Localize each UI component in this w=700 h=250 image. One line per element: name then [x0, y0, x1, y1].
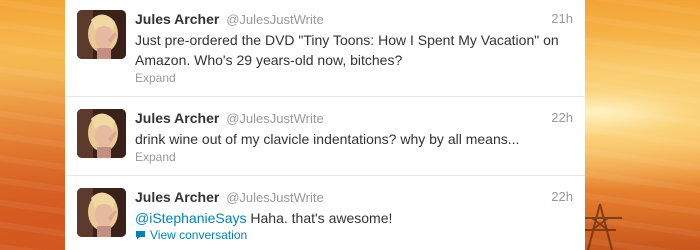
- expand-link[interactable]: Expand: [135, 71, 176, 85]
- tweet-text: Just pre-ordered the DVD "Tiny Toons: Ho…: [135, 32, 559, 68]
- expand-link[interactable]: Expand: [135, 150, 176, 164]
- speech-bubble-icon: [136, 231, 145, 240]
- tweet-timestamp[interactable]: 22h: [551, 188, 573, 206]
- tweet-text: @iStephanieSays Haha. that's awesome!: [135, 208, 575, 228]
- author-username[interactable]: @JulesJustWrite: [226, 190, 323, 205]
- author-username[interactable]: @JulesJustWrite: [226, 111, 323, 126]
- tweet-item[interactable]: Jules Archer @JulesJustWrite 22h @iSteph…: [65, 176, 585, 250]
- profile-photo-icon: [77, 188, 126, 237]
- tweet-timestamp[interactable]: 22h: [551, 109, 573, 127]
- view-conversation-link[interactable]: View conversation: [135, 228, 247, 242]
- author-username[interactable]: @JulesJustWrite: [226, 12, 323, 27]
- author-fullname[interactable]: Jules Archer: [135, 11, 219, 27]
- avatar[interactable]: [77, 10, 126, 59]
- tweet-text-body: Haha. that's awesome!: [246, 210, 393, 226]
- author-fullname[interactable]: Jules Archer: [135, 110, 219, 126]
- tweet-text: drink wine out of my clavicle indentatio…: [135, 131, 520, 147]
- tweet-item[interactable]: Jules Archer @JulesJustWrite 22h drink w…: [65, 97, 585, 176]
- view-conversation-label[interactable]: View conversation: [150, 228, 247, 242]
- mention-link[interactable]: @iStephanieSays: [135, 210, 247, 226]
- tweet-timestamp[interactable]: 21h: [551, 10, 573, 28]
- avatar[interactable]: [77, 188, 126, 237]
- tweet-header: Jules Archer @JulesJustWrite 21h: [135, 10, 573, 28]
- tweet-header: Jules Archer @JulesJustWrite 22h: [135, 188, 573, 206]
- tweet-item[interactable]: Jules Archer @JulesJustWrite 21h Just pr…: [65, 0, 585, 97]
- avatar[interactable]: [77, 109, 126, 158]
- profile-photo-icon: [77, 109, 126, 158]
- tweet-stream: Jules Archer @JulesJustWrite 21h Just pr…: [65, 0, 585, 250]
- tweet-header: Jules Archer @JulesJustWrite 22h: [135, 109, 573, 127]
- profile-photo-icon: [77, 10, 126, 59]
- author-fullname[interactable]: Jules Archer: [135, 189, 219, 205]
